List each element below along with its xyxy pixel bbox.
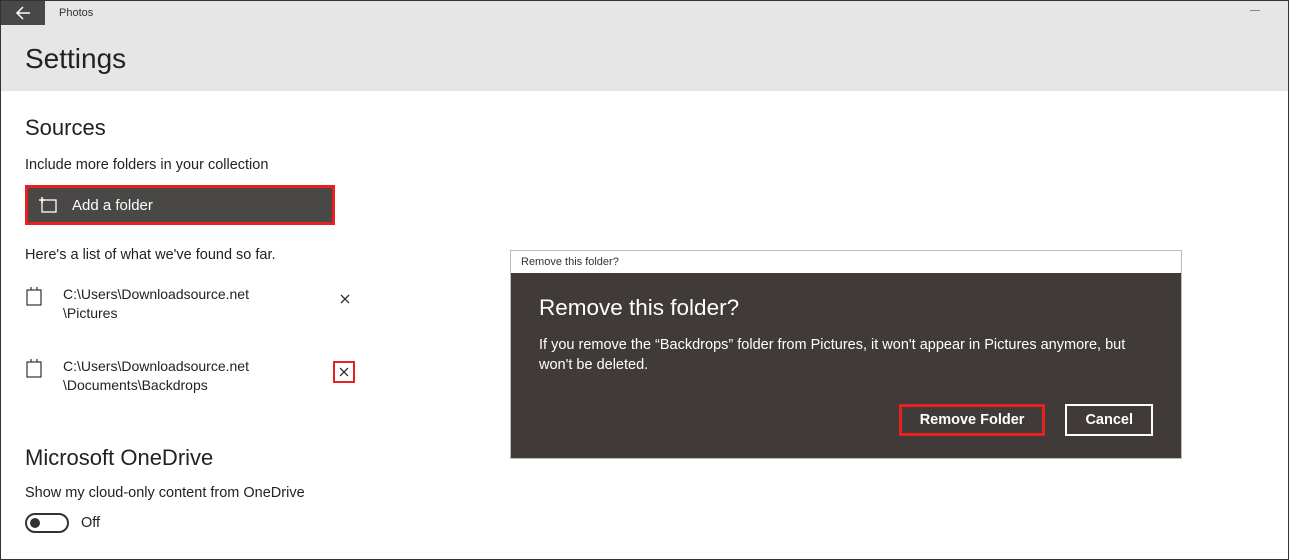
close-icon xyxy=(339,367,349,377)
dialog-heading: Remove this folder? xyxy=(539,295,1153,321)
minimize-button[interactable] xyxy=(1250,10,1260,11)
page-title: Settings xyxy=(25,43,1288,75)
remove-folder-button[interactable] xyxy=(333,361,355,383)
folder-icon xyxy=(25,359,45,384)
add-folder-icon xyxy=(38,196,58,214)
dialog-actions: Remove Folder Cancel xyxy=(539,404,1153,436)
dialog-body: Remove this folder? If you remove the “B… xyxy=(511,273,1181,458)
folder-path: C:\Users\Downloadsource.net\Pictures xyxy=(63,285,335,323)
app-window: Photos Settings Sources Include more fol… xyxy=(0,0,1289,560)
title-bar: Photos xyxy=(1,1,1288,25)
onedrive-toggle-row: Off xyxy=(25,513,1288,533)
toggle-state-label: Off xyxy=(81,515,100,531)
sources-heading: Sources xyxy=(25,115,1288,141)
folder-item: C:\Users\Downloadsource.net\Documents\Ba… xyxy=(25,351,355,401)
folder-path: C:\Users\Downloadsource.net\Documents\Ba… xyxy=(63,357,333,395)
add-folder-button[interactable]: Add a folder xyxy=(25,185,335,225)
app-title: Photos xyxy=(59,7,93,19)
folder-icon xyxy=(25,287,45,312)
page-header: Settings xyxy=(1,25,1288,91)
toggle-knob xyxy=(30,518,40,528)
close-icon xyxy=(340,294,350,304)
dialog-bar-text: Remove this folder? xyxy=(521,256,619,268)
dialog-title-bar: Remove this folder? xyxy=(511,251,1181,273)
remove-folder-dialog: Remove this folder? Remove this folder? … xyxy=(510,250,1182,459)
onedrive-hint: Show my cloud-only content from OneDrive xyxy=(25,485,1288,501)
add-folder-label: Add a folder xyxy=(72,197,153,214)
cancel-button[interactable]: Cancel xyxy=(1065,404,1153,436)
folder-item: C:\Users\Downloadsource.net\Pictures xyxy=(25,279,355,329)
onedrive-toggle[interactable] xyxy=(25,513,69,533)
back-arrow-icon xyxy=(15,6,31,20)
dialog-message: If you remove the “Backdrops” folder fro… xyxy=(539,335,1153,376)
sources-hint: Include more folders in your collection xyxy=(25,157,1288,173)
remove-folder-button[interactable] xyxy=(335,289,355,309)
back-button[interactable] xyxy=(1,1,45,25)
remove-folder-confirm-button[interactable]: Remove Folder xyxy=(899,404,1046,436)
